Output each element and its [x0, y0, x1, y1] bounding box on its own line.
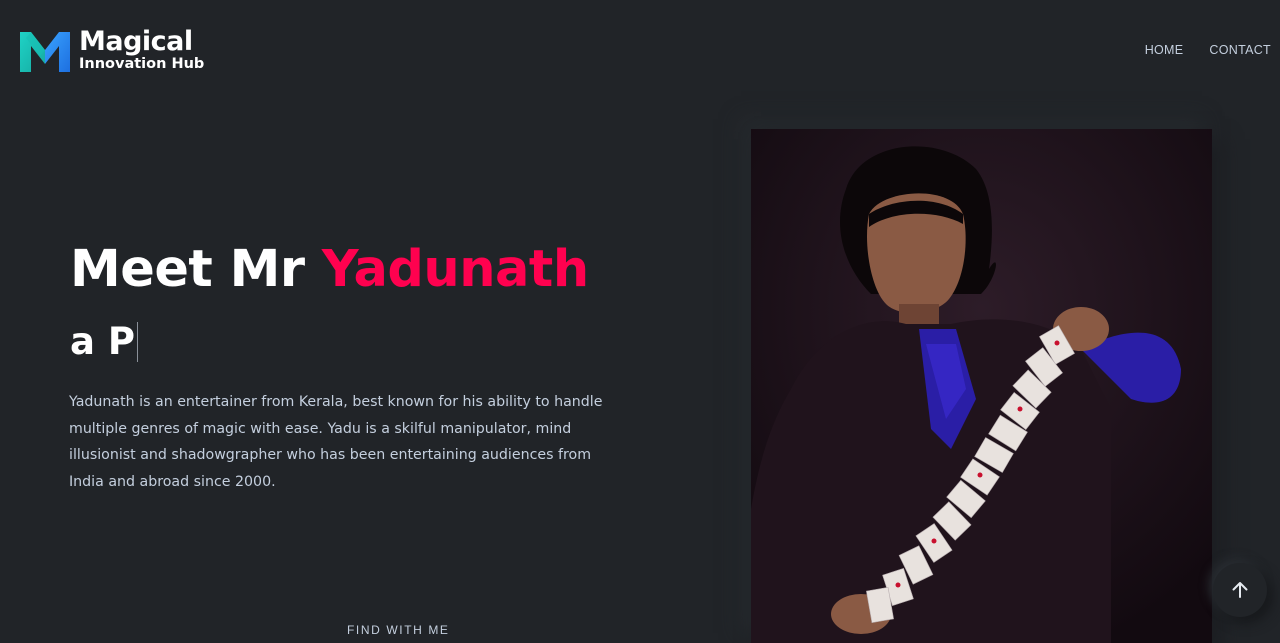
hero-title: Meet Mr Yadunath [70, 240, 589, 299]
main-nav: HOME CONTACT [1145, 43, 1271, 57]
hero-title-name: Yadunath [321, 240, 589, 299]
arrow-up-icon [1232, 582, 1248, 598]
brand-title: Magical [79, 26, 193, 58]
brand-logo[interactable]: Magical Innovation Hub [20, 28, 204, 72]
hero-typed-text: a P [70, 320, 138, 363]
typing-cursor [136, 321, 138, 362]
brand-subtitle: Innovation Hub [79, 56, 205, 73]
hero-description: Yadunath is an entertainer from Kerala, … [69, 394, 603, 490]
hero-photo [751, 129, 1212, 643]
scroll-to-top-button[interactable] [1213, 563, 1267, 617]
find-with-me-label: FIND WITH ME [347, 623, 450, 637]
nav-contact-link[interactable]: CONTACT [1209, 43, 1271, 57]
site-header: Magical Innovation Hub HOME CONTACT [0, 0, 1280, 100]
m-logo-icon [20, 32, 70, 72]
nav-home-link[interactable]: HOME [1145, 43, 1184, 57]
hero-title-prefix: Meet Mr [70, 240, 305, 299]
magician-card-flourish [751, 129, 1212, 643]
typed-text: a P [70, 320, 135, 363]
